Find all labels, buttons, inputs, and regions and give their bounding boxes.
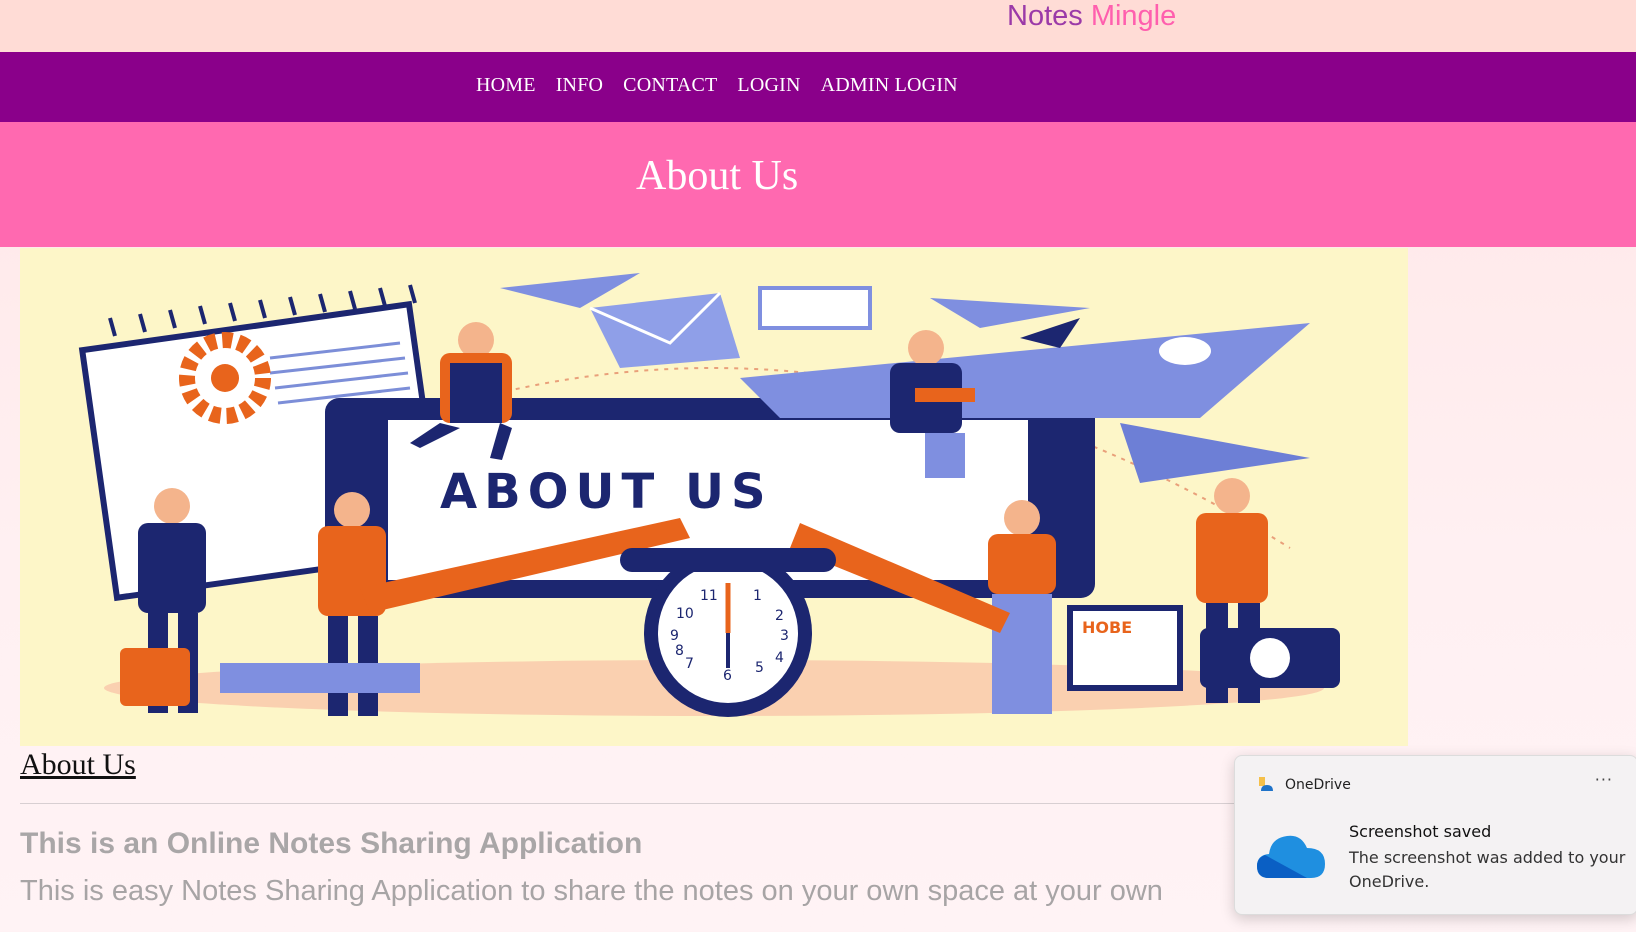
section-subtitle: This is an Online Notes Sharing Applicat… xyxy=(20,827,643,860)
clock-numeral-2: 2 xyxy=(775,608,784,624)
clock-numeral-4: 4 xyxy=(775,650,784,666)
brand-word-notes: Notes xyxy=(1007,0,1083,32)
nav-contact-link[interactable]: CONTACT xyxy=(623,74,717,97)
clock-numeral-3: 3 xyxy=(780,628,789,644)
main-navbar: HOME INFO CONTACT LOGIN ADMIN LOGIN xyxy=(0,52,1636,122)
toast-title: Screenshot saved xyxy=(1349,822,1492,841)
onedrive-cloud-icon xyxy=(1257,835,1325,878)
illustration-art: ABOUT US 11 1 2 9 3 4 7 5 6 8 10 HOBE xyxy=(78,273,1340,717)
onedrive-toast-notification[interactable]: OneDrive ··· Screenshot saved The screen… xyxy=(1234,755,1636,915)
clock-numeral-10: 10 xyxy=(676,606,694,622)
site-logo[interactable]: Notes Mingle xyxy=(1007,0,1176,32)
hero-banner: About Us xyxy=(0,122,1636,247)
top-bar: Notes Mingle xyxy=(0,0,1636,52)
toast-body: The screenshot was added to your OneDriv… xyxy=(1349,848,1626,891)
nav-admin-login-link[interactable]: ADMIN LOGIN xyxy=(821,74,958,97)
clock-numeral-6: 6 xyxy=(723,668,732,684)
toast-header: OneDrive xyxy=(1257,776,1351,794)
clock-numeral-1: 1 xyxy=(753,588,762,604)
brand-word-mingle: Mingle xyxy=(1090,0,1177,32)
illustration-caption: ABOUT US xyxy=(440,464,773,520)
clock-numeral-8: 8 xyxy=(675,643,684,659)
toast-app-name: OneDrive xyxy=(1285,777,1351,793)
more-options-icon[interactable]: ··· xyxy=(1595,770,1613,789)
clock-numeral-9: 9 xyxy=(670,628,679,644)
cup-icon xyxy=(120,648,190,706)
envelope-icon xyxy=(589,291,740,368)
clock-numeral-7: 7 xyxy=(685,656,694,672)
section-description: This is easy Notes Sharing Application t… xyxy=(20,875,1163,907)
clock-numeral-11: 11 xyxy=(700,588,718,604)
nav-info-link[interactable]: INFO xyxy=(556,74,603,97)
camera-icon xyxy=(1200,628,1340,688)
nav-home-link[interactable]: HOME xyxy=(476,74,536,97)
onedrive-small-icon xyxy=(1259,777,1273,791)
nav-login-link[interactable]: LOGIN xyxy=(737,74,800,97)
about-us-illustration: ABOUT US 11 1 2 9 3 4 7 5 6 8 10 HOBE xyxy=(20,248,1408,746)
clock-numeral-5: 5 xyxy=(755,660,764,676)
hero-title: About Us xyxy=(636,153,799,199)
section-divider xyxy=(20,803,1240,804)
book-stack-icon xyxy=(220,663,420,693)
about-us-link[interactable]: About Us xyxy=(20,748,136,782)
card-icon xyxy=(758,286,872,330)
sign-text: HOBE xyxy=(1082,618,1132,637)
